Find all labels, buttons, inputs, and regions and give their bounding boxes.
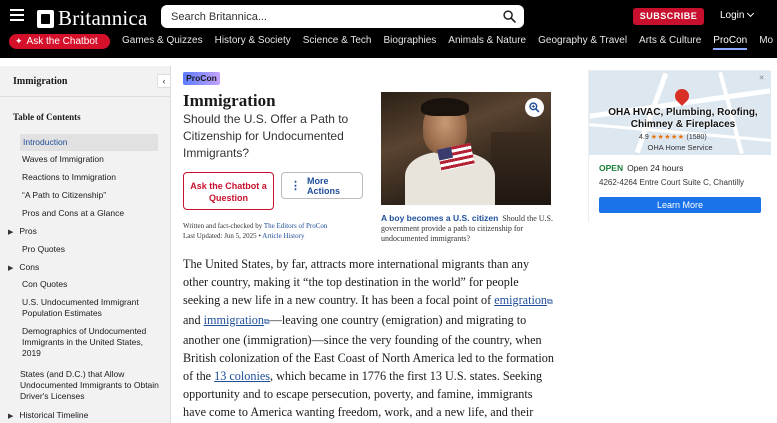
nav-geography-travel[interactable]: Geography & Travel	[538, 35, 627, 50]
toc-item-reactions[interactable]: Reactions to Immigration	[22, 172, 157, 183]
toc-item-drivers-licenses[interactable]: States (and D.C.) that Allow Undocumente…	[20, 369, 160, 402]
ad-subtitle: OHA Home Service	[647, 143, 713, 152]
more-actions-button[interactable]: ⋮ More Actions	[281, 172, 363, 199]
hours-text: Open 24 hours	[627, 163, 684, 173]
toc-item-pros[interactable]: ▶ Pros	[8, 226, 158, 238]
search-icon[interactable]	[503, 10, 516, 23]
nav-animals-nature[interactable]: Animals & Nature	[448, 35, 526, 50]
open-status: OPEN	[599, 163, 624, 173]
last-updated: Last Updated: Jun 5, 2025	[183, 232, 257, 240]
advertisement[interactable]: OHA HVAC, Plumbing, Roofing, Chimney & F…	[588, 70, 771, 223]
rating-value: 4.9	[639, 134, 649, 141]
sidebar-title: Immigration	[13, 76, 68, 87]
nav-history-society[interactable]: History & Society	[215, 35, 291, 50]
toc-heading: Table of Contents	[13, 112, 81, 122]
star-rating-icon: ★★★★★	[650, 134, 685, 141]
britannica-thistle-icon	[37, 9, 54, 28]
immigration-link[interactable]: immigration	[204, 313, 264, 327]
caret-right-icon: ▶	[8, 229, 14, 236]
nav-science-tech[interactable]: Science & Tech	[303, 35, 372, 50]
hair-shape	[421, 98, 469, 116]
divider	[0, 96, 171, 97]
toc-item-introduction[interactable]: Introduction	[20, 134, 158, 151]
learn-more-button[interactable]: Learn More	[599, 197, 761, 213]
main-nav: Games & Quizzes History & Society Scienc…	[122, 35, 777, 50]
byline-prefix: Written and fact-checked by	[183, 222, 263, 230]
toc-item-label: Cons	[19, 262, 40, 272]
nav-procon[interactable]: ProCon	[713, 35, 748, 50]
ad-rating: 4.9 ★★★★★ (1580)	[639, 133, 707, 141]
chevron-down-icon	[747, 9, 755, 18]
collapse-sidebar-icon[interactable]: ‹	[157, 74, 171, 88]
article-history-link[interactable]: Article History	[262, 232, 304, 240]
ad-address: 4262-4264 Entre Court Suite C, Chantilly	[599, 178, 744, 187]
sparkle-icon: ✦	[15, 36, 23, 46]
toc-item-label: Pros	[19, 226, 37, 236]
review-count: (1580)	[686, 134, 707, 141]
article-subtitle: Should the U.S. Offer a Path to Citizens…	[183, 112, 349, 160]
zoom-icon[interactable]	[525, 98, 544, 117]
nav-games-quizzes[interactable]: Games & Quizzes	[122, 35, 203, 50]
toc-item-con-quotes[interactable]: Con Quotes	[22, 279, 157, 290]
ask-chatbot-label: Ask the Chatbot	[26, 36, 98, 47]
byline: Written and fact-checked by The Editors …	[183, 222, 328, 240]
more-actions-label: More Actions	[307, 175, 341, 196]
toc-item-demographics[interactable]: Demographics of Undocumented Immigrants …	[22, 326, 157, 359]
external-link-icon: ⧉	[547, 297, 553, 306]
caption-title-link[interactable]: A boy becomes a U.S. citizen	[381, 213, 498, 223]
body-and: and	[183, 313, 201, 327]
ad-hours: OPEN Open 24 hours	[599, 163, 683, 173]
nav-arts-culture[interactable]: Arts & Culture	[639, 35, 701, 50]
top-header: Britannica SUBSCRIBE Login ✦ Ask the Cha…	[0, 0, 777, 58]
ad-business-name: OHA HVAC, Plumbing, Roofing, Chimney & F…	[608, 107, 758, 130]
toc-item-path-citizenship[interactable]: “A Path to Citizenship”	[22, 190, 157, 201]
toc-item-pros-cons-glance[interactable]: Pros and Cons at a Glance	[22, 208, 157, 219]
ad-info: OPEN Open 24 hours 4262-4264 Entre Court …	[589, 155, 771, 223]
procon-badge[interactable]: ProCon	[183, 72, 220, 85]
author-link[interactable]: The Editors of ProCon	[264, 222, 328, 230]
emigration-link[interactable]: emigration	[494, 293, 547, 307]
toc-item-historical-timeline[interactable]: ▶ Historical Timeline	[8, 410, 158, 422]
toc-item-pro-quotes[interactable]: Pro Quotes	[22, 244, 157, 255]
caret-right-icon: ▶	[8, 413, 14, 420]
menu-icon[interactable]	[10, 9, 24, 21]
toc-item-waves[interactable]: Waves of Immigration	[22, 154, 157, 165]
ask-chatbot-question-button[interactable]: Ask the Chatbot a Question	[183, 172, 274, 210]
britannica-logo[interactable]: Britannica	[37, 6, 147, 31]
search-bar	[161, 5, 524, 28]
body-text-1: The United States, by far, attracts more…	[183, 257, 530, 307]
ask-chatbot-button[interactable]: ✦ Ask the Chatbot	[9, 34, 110, 49]
login-menu[interactable]: Login	[720, 9, 755, 21]
ad-map: OHA HVAC, Plumbing, Roofing, Chimney & F…	[589, 71, 771, 155]
toc-item-population-estimates[interactable]: U.S. Undocumented Immigrant Population E…	[22, 297, 157, 319]
more-vertical-icon: ⋮	[290, 179, 301, 192]
article-title: Immigration	[183, 91, 276, 110]
brand-name: Britannica	[58, 6, 148, 30]
article-body: The United States, by far, attracts more…	[183, 255, 555, 423]
search-input[interactable]	[171, 8, 491, 25]
caret-right-icon: ▶	[8, 265, 14, 272]
toc-item-label: Historical Timeline	[19, 410, 89, 420]
nav-biographies[interactable]: Biographies	[383, 35, 436, 50]
login-label: Login	[720, 10, 745, 21]
ad-close-icon[interactable]: ✕	[757, 74, 766, 83]
table-of-contents-sidebar: Immigration ‹ Table of Contents Introduc…	[0, 66, 171, 423]
colonies-link[interactable]: 13 colonies	[214, 369, 270, 383]
nav-more[interactable]: Mo	[759, 35, 773, 50]
subscribe-button[interactable]: SUBSCRIBE	[633, 8, 704, 25]
toc-item-cons[interactable]: ▶ Cons	[8, 262, 158, 274]
image-caption: A boy becomes a U.S. citizen Should the …	[381, 213, 556, 244]
crowd-shape	[491, 132, 551, 205]
